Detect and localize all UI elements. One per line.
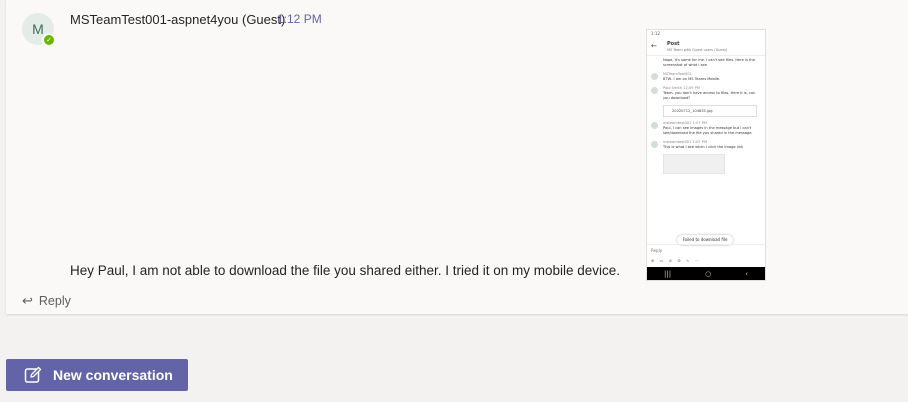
screenshot-message: msteamtest001 1:07 PM Paul- I can see im… <box>647 119 765 138</box>
new-conversation-label: New conversation <box>53 367 173 383</box>
screenshot-message: Nope, it's same for me. I can't see file… <box>647 56 765 70</box>
back-arrow-icon: ← <box>651 42 657 50</box>
screenshot-message-text: Team- you don't have access to files. He… <box>663 91 756 100</box>
screenshot-message-text: Nope, it's same for me. I can't see file… <box>663 58 755 67</box>
screenshot-title: Post <box>667 41 680 47</box>
screenshot-android-nav-bar: ||| ○ ‹ <box>647 267 765 280</box>
new-conversation-button[interactable]: New conversation <box>6 359 188 391</box>
screenshot-avatar <box>651 141 658 148</box>
back-icon: ‹ <box>745 269 748 278</box>
screenshot-subtitle: MS Team with Guest users (Guest) <box>667 48 728 52</box>
screenshot-status-bar: 1:12 <box>651 31 660 36</box>
screenshot-message-text: BTW- I am on MS Teams Mobile. <box>663 77 721 81</box>
reply-arrow-icon: ↩ <box>22 293 33 308</box>
screenshot-file-attachment: 20220712_104835.jpg <box>663 105 757 117</box>
reply-label: Reply <box>38 294 71 308</box>
reply-button[interactable]: ↩ Reply <box>22 293 71 309</box>
presence-available-icon: ✓ <box>42 33 56 47</box>
attached-screenshot-image[interactable]: 1:12 ← Post MS Team with Guest users (Gu… <box>646 29 766 281</box>
message-author[interactable]: MSTeamTest001-aspnet4you (Guest) <box>70 12 285 27</box>
screenshot-image-placeholder <box>663 154 725 174</box>
compose-icon <box>24 366 42 384</box>
recent-apps-icon: ||| <box>664 269 672 278</box>
message-body: Hey Paul, I am not able to download the … <box>70 263 621 278</box>
avatar[interactable]: M ✓ <box>22 13 56 47</box>
home-icon: ○ <box>705 269 712 278</box>
screenshot-message: msteamtest001 1:07 PM This is what I see… <box>647 138 765 152</box>
screenshot-avatar <box>651 122 658 129</box>
screenshot-message-text: Paul- I can see images in the message bu… <box>663 126 753 135</box>
screenshot-avatar <box>651 87 658 94</box>
screenshot-header: ← Post MS Team with Guest users (Guest) <box>647 39 765 56</box>
screenshot-message: Paul Smith 12:09 PM Team- you don't have… <box>647 84 765 103</box>
screenshot-message-text: This is what I see when I click the imag… <box>663 145 744 149</box>
message-timestamp: 1:12 PM <box>277 12 322 26</box>
screenshot-message: MSTeamTest001 BTW- I am on MS Teams Mobi… <box>647 70 765 84</box>
screenshot-avatar <box>651 73 658 80</box>
avatar-initial: M <box>32 21 44 37</box>
screenshot-compose-toolbar: ⊕ ▭ ⊘ ⊚ ∿ ⋯ <box>651 258 701 263</box>
